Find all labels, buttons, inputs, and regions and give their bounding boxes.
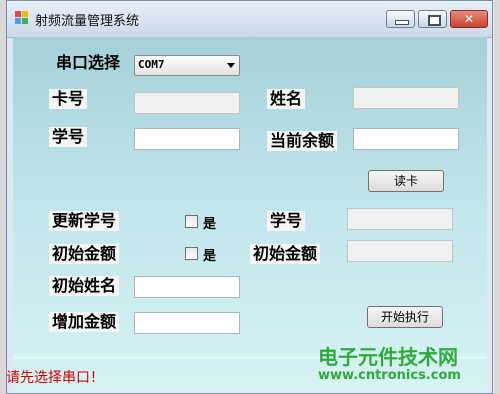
init-amount-field[interactable] [347, 240, 453, 262]
background-right [494, 0, 500, 394]
balance-label: 当前余额 [267, 131, 338, 151]
port-select[interactable]: COM7 [134, 55, 240, 76]
read-card-button[interactable]: 读卡 [368, 170, 444, 192]
watermark-line2: www.cntronics.com [318, 368, 461, 383]
new-id-field[interactable] [347, 208, 453, 230]
init-amount-checkbox[interactable] [185, 247, 198, 260]
name-field[interactable] [353, 87, 459, 109]
port-select-value: COM7 [138, 58, 165, 71]
name-label: 姓名 [267, 89, 306, 109]
student-id-label: 学号 [49, 127, 88, 147]
close-button[interactable] [450, 10, 488, 28]
balance-field[interactable] [353, 128, 459, 150]
maximize-button[interactable] [418, 10, 447, 28]
init-amount-right-label: 初始金额 [250, 244, 321, 264]
update-id-label: 更新学号 [49, 211, 120, 231]
update-id-checkbox[interactable] [185, 215, 198, 228]
init-name-label: 初始姓名 [49, 276, 120, 296]
student-id-field[interactable] [134, 128, 240, 150]
form-client-area: 串口选择 COM7 卡号 姓名 学号 当前余额 读卡 更新学号 是 学号 初始金… [13, 37, 487, 391]
update-id-checkbox-label: 是 [203, 217, 217, 232]
minimize-button[interactable] [386, 10, 415, 28]
app-icon [15, 11, 29, 25]
init-amount-checkbox-label: 是 [203, 249, 217, 264]
card-label: 卡号 [49, 89, 88, 109]
update-id-right-label: 学号 [267, 211, 306, 231]
init-name-field[interactable] [134, 276, 240, 298]
add-amount-field[interactable] [134, 312, 240, 334]
status-message: 请先选择串口！ [6, 370, 104, 386]
chevron-down-icon [227, 63, 235, 68]
start-execute-button[interactable]: 开始执行 [367, 306, 443, 328]
watermark: 电子元件技术网 www.cntronics.com [318, 346, 490, 383]
add-amount-label: 增加金额 [49, 312, 120, 332]
port-label: 串口选择 [56, 53, 121, 72]
title-bar[interactable]: 射频流量管理系统 [7, 1, 492, 38]
card-field[interactable] [134, 92, 240, 114]
app-window: 射频流量管理系统 串口选择 COM7 卡号 姓名 学号 当前余额 读卡 更新学号… [6, 0, 493, 394]
watermark-line1: 电子元件技术网 [318, 345, 458, 369]
window-title: 射频流量管理系统 [35, 14, 140, 29]
init-amount-label: 初始金额 [49, 244, 120, 264]
